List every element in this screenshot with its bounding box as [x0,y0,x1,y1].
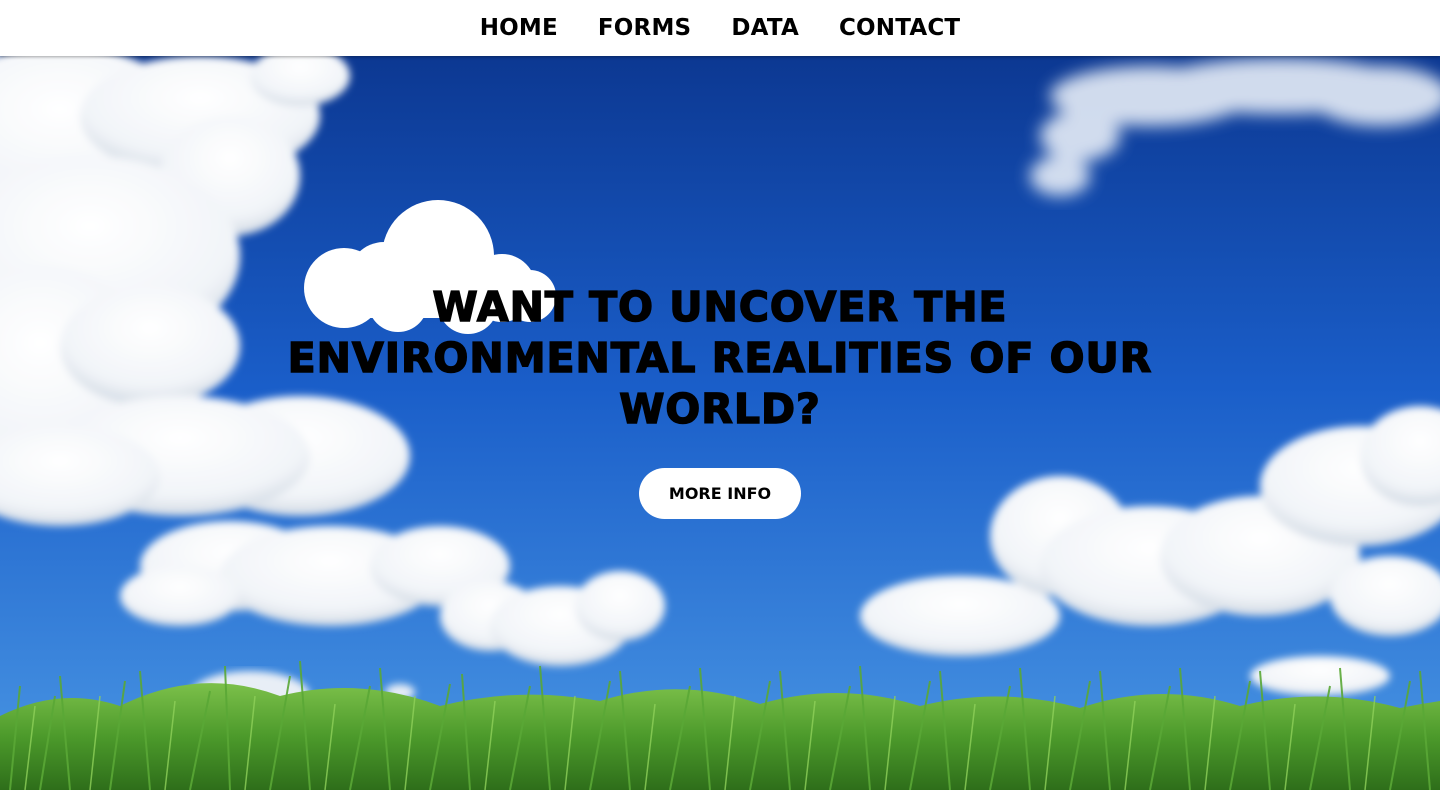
main-nav: HOME FORMS DATA CONTACT [0,0,1440,56]
hero-heading: WANT TO UNCOVER THE ENVIRONMENTAL REALIT… [287,282,1153,434]
landing-page: HOME FORMS DATA CONTACT WANT TO UNCOVER … [0,0,1440,790]
nav-forms-link[interactable]: FORMS [598,15,691,41]
nav-contact-link[interactable]: CONTACT [839,15,960,41]
hero-section: WANT TO UNCOVER THE ENVIRONMENTAL REALIT… [0,56,1440,790]
nav-home-link[interactable]: HOME [480,15,558,41]
more-info-button[interactable]: MORE INFO [639,468,801,519]
nav-data-link[interactable]: DATA [731,15,799,41]
top-navbar: HOME FORMS DATA CONTACT [0,0,1440,56]
